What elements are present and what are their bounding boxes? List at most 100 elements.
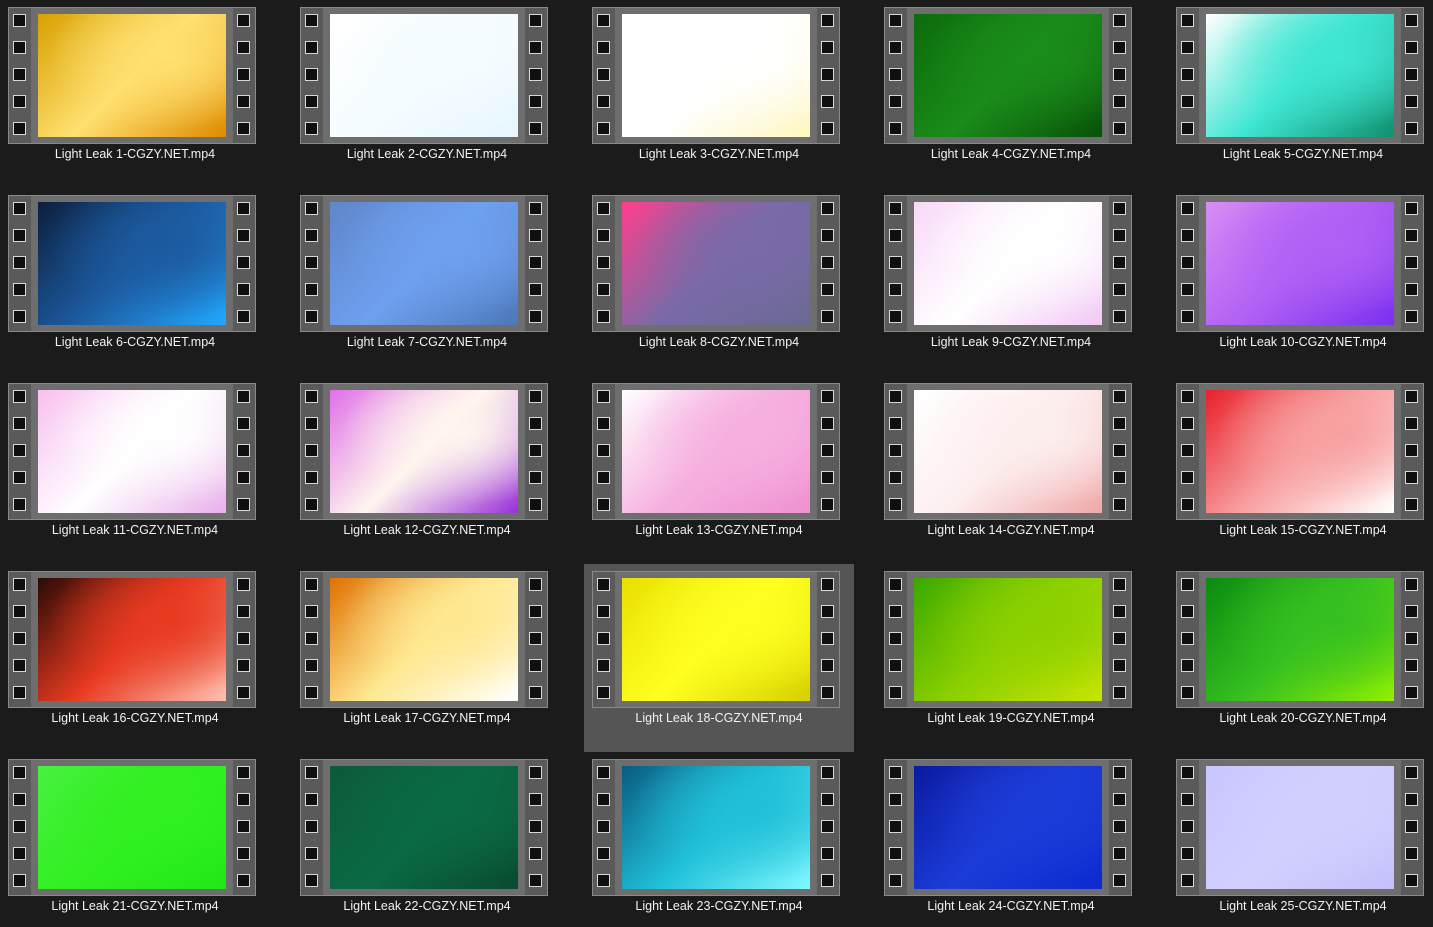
video-file-item[interactable]: Light Leak 6-CGZY.NET.mp4	[0, 188, 270, 376]
film-strip-right	[525, 196, 547, 331]
video-thumbnail[interactable]	[592, 759, 840, 896]
video-file-item[interactable]: Light Leak 12-CGZY.NET.mp4	[292, 376, 562, 564]
video-file-item[interactable]: Light Leak 4-CGZY.NET.mp4	[876, 0, 1146, 188]
video-thumbnail[interactable]	[1176, 195, 1424, 332]
video-file-item[interactable]: Light Leak 8-CGZY.NET.mp4	[584, 188, 854, 376]
file-name-label: Light Leak 9-CGZY.NET.mp4	[930, 335, 1092, 349]
video-thumbnail[interactable]	[884, 759, 1132, 896]
sprocket-hole	[305, 202, 318, 215]
film-strip-right	[233, 384, 255, 519]
video-thumbnail[interactable]	[8, 383, 256, 520]
video-file-item[interactable]: Light Leak 14-CGZY.NET.mp4	[876, 376, 1146, 564]
sprocket-hole	[821, 390, 834, 403]
video-thumbnail[interactable]	[592, 195, 840, 332]
video-thumbnail[interactable]	[300, 7, 548, 144]
video-file-item[interactable]: Light Leak 11-CGZY.NET.mp4	[0, 376, 270, 564]
video-thumbnail[interactable]	[8, 571, 256, 708]
video-file-item[interactable]: Light Leak 10-CGZY.NET.mp4	[1168, 188, 1433, 376]
video-file-item[interactable]: Light Leak 5-CGZY.NET.mp4	[1168, 0, 1433, 188]
video-thumbnail[interactable]	[300, 383, 548, 520]
video-thumbnail[interactable]	[300, 759, 548, 896]
sprocket-hole	[1113, 471, 1126, 484]
sprocket-hole	[821, 793, 834, 806]
sprocket-hole	[597, 793, 610, 806]
video-file-item[interactable]: Light Leak 25-CGZY.NET.mp4	[1168, 752, 1433, 927]
video-thumbnail[interactable]	[592, 571, 840, 708]
video-thumbnail[interactable]	[592, 7, 840, 144]
sprocket-hole	[529, 766, 542, 779]
sprocket-hole	[529, 444, 542, 457]
video-thumbnail[interactable]	[592, 383, 840, 520]
sprocket-hole	[13, 283, 26, 296]
file-name-label: Light Leak 22-CGZY.NET.mp4	[343, 899, 511, 913]
sprocket-hole	[1181, 659, 1194, 672]
sprocket-hole	[1405, 390, 1418, 403]
sprocket-hole	[597, 14, 610, 27]
film-strip-right	[1109, 8, 1131, 143]
video-thumbnail[interactable]	[884, 195, 1132, 332]
video-file-item[interactable]: Light Leak 21-CGZY.NET.mp4	[0, 752, 270, 927]
sprocket-hole	[305, 498, 318, 511]
film-strip-left	[593, 572, 615, 707]
sprocket-hole	[1113, 444, 1126, 457]
video-thumbnail[interactable]	[884, 7, 1132, 144]
video-file-item[interactable]: Light Leak 18-CGZY.NET.mp4	[584, 564, 854, 752]
sprocket-hole	[13, 632, 26, 645]
video-file-item[interactable]: Light Leak 22-CGZY.NET.mp4	[292, 752, 562, 927]
sprocket-hole	[1113, 390, 1126, 403]
sprocket-hole	[305, 229, 318, 242]
video-thumbnail[interactable]	[1176, 571, 1424, 708]
video-file-item[interactable]: Light Leak 3-CGZY.NET.mp4	[584, 0, 854, 188]
sprocket-hole	[597, 847, 610, 860]
sprocket-hole	[305, 283, 318, 296]
sprocket-hole	[1181, 766, 1194, 779]
sprocket-hole	[305, 686, 318, 699]
file-name-label: Light Leak 13-CGZY.NET.mp4	[635, 523, 803, 537]
video-file-item[interactable]: Light Leak 19-CGZY.NET.mp4	[876, 564, 1146, 752]
video-file-item[interactable]: Light Leak 17-CGZY.NET.mp4	[292, 564, 562, 752]
video-thumbnail[interactable]	[8, 759, 256, 896]
film-strip-left	[301, 196, 323, 331]
video-file-item[interactable]: Light Leak 20-CGZY.NET.mp4	[1168, 564, 1433, 752]
sprocket-hole	[889, 847, 902, 860]
sprocket-hole	[1181, 820, 1194, 833]
video-thumbnail[interactable]	[8, 7, 256, 144]
video-file-item[interactable]: Light Leak 23-CGZY.NET.mp4	[584, 752, 854, 927]
video-file-item[interactable]: Light Leak 2-CGZY.NET.mp4	[292, 0, 562, 188]
film-strip-right	[817, 196, 839, 331]
thumbnail-frame	[38, 14, 226, 137]
video-thumbnail[interactable]	[1176, 759, 1424, 896]
sprocket-hole	[1113, 605, 1126, 618]
sprocket-hole	[1181, 632, 1194, 645]
video-thumbnail[interactable]	[1176, 383, 1424, 520]
thumbnail-frame	[914, 14, 1102, 137]
film-strip-right	[817, 8, 839, 143]
sprocket-hole	[889, 95, 902, 108]
video-thumbnail[interactable]	[1176, 7, 1424, 144]
video-file-item[interactable]: Light Leak 15-CGZY.NET.mp4	[1168, 376, 1433, 564]
sprocket-hole	[529, 95, 542, 108]
video-thumbnail[interactable]	[884, 383, 1132, 520]
video-file-item[interactable]: Light Leak 7-CGZY.NET.mp4	[292, 188, 562, 376]
sprocket-hole	[821, 283, 834, 296]
thumbnail-frame	[1206, 14, 1394, 137]
video-thumbnail[interactable]	[8, 195, 256, 332]
video-file-item[interactable]: Light Leak 16-CGZY.NET.mp4	[0, 564, 270, 752]
sprocket-hole	[889, 283, 902, 296]
sprocket-hole	[1405, 605, 1418, 618]
sprocket-hole	[597, 578, 610, 591]
video-thumbnail[interactable]	[300, 571, 548, 708]
video-thumbnail[interactable]	[884, 571, 1132, 708]
sprocket-hole	[13, 256, 26, 269]
sprocket-hole	[305, 310, 318, 323]
video-file-item[interactable]: Light Leak 24-CGZY.NET.mp4	[876, 752, 1146, 927]
film-strip-right	[1109, 196, 1131, 331]
video-thumbnail[interactable]	[300, 195, 548, 332]
sprocket-hole	[237, 256, 250, 269]
video-file-item[interactable]: Light Leak 9-CGZY.NET.mp4	[876, 188, 1146, 376]
sprocket-hole	[1181, 498, 1194, 511]
video-file-item[interactable]: Light Leak 13-CGZY.NET.mp4	[584, 376, 854, 564]
file-name-label: Light Leak 7-CGZY.NET.mp4	[346, 335, 508, 349]
video-file-item[interactable]: Light Leak 1-CGZY.NET.mp4	[0, 0, 270, 188]
sprocket-hole	[1181, 14, 1194, 27]
